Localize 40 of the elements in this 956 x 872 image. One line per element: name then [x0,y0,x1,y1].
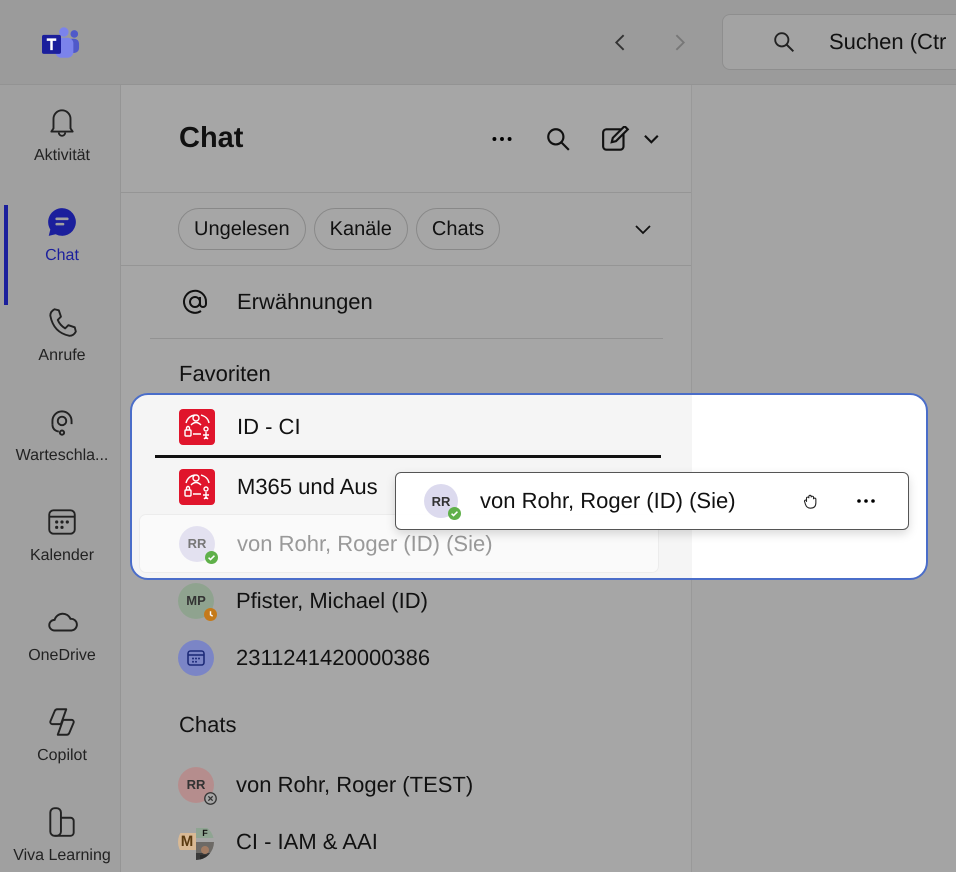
chat-name[interactable]: M365 und Aus [237,474,378,500]
filter-chip[interactable]: Ungelesen [178,208,306,250]
team-icon [179,408,215,444]
teams-logo-icon[interactable] [42,26,80,58]
compose-icon[interactable] [601,126,661,152]
section-header: Favoriten [178,360,272,388]
rail-item[interactable]: Viva Learning [4,805,116,872]
avatar-initials: RR [186,777,206,792]
rail-item[interactable]: OneDrive [4,605,116,705]
search-icon [773,31,795,53]
chat-name[interactable]: CI - IAM & AAI [236,828,378,854]
avatar-initials: F [196,828,214,838]
chat-name: von Rohr, Roger (ID) (Sie) [480,488,736,514]
chat-icon [45,205,79,239]
search-field[interactable]: Suchen (Ctr [722,14,956,70]
avatar-initials: MP [186,593,206,608]
chat-name[interactable]: Pfister, Michael (ID) [236,588,428,614]
away-status-icon [204,608,217,620]
filter-chip[interactable]: Chats [416,208,500,250]
chat-name[interactable]: ID - CI [237,414,301,440]
avatar-initials: M [178,833,196,850]
rail-item[interactable]: Anrufe [4,305,116,405]
section-header: Chats [178,711,238,739]
avatar-initials: RR [432,494,450,508]
rail-item[interactable]: Kalender [4,505,116,605]
available-status-icon [205,550,218,564]
rail-item[interactable]: Aktivität [4,105,116,205]
rail-item[interactable]: Chat [4,205,116,305]
chat-title: Chat [179,122,244,155]
available-status-icon [448,507,461,520]
avatar-initials: RR [188,536,206,551]
team-icon [179,468,215,504]
search-icon[interactable] [545,126,571,152]
chat-name[interactable]: von Rohr, Roger (TEST) [236,772,474,798]
offline-status-icon [204,792,217,804]
mentions-item[interactable]: Erwähnungen [237,289,373,315]
filter-chip[interactable]: Kanäle [314,208,408,250]
rail-item[interactable]: Warteschla... [4,405,116,505]
rail-item[interactable]: Copilot [4,705,116,805]
chat-name[interactable]: 2311241420000386 [236,644,430,670]
